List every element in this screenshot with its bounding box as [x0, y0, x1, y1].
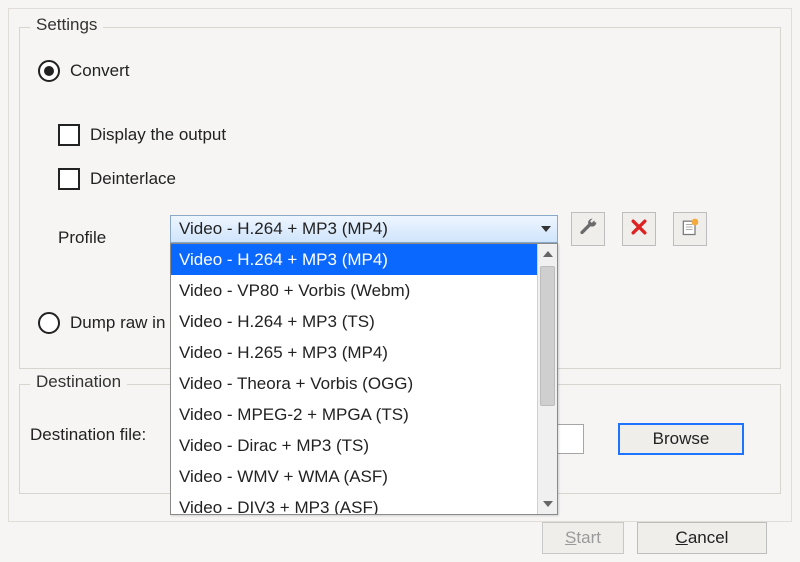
new-profile-icon: [680, 217, 700, 242]
destination-legend: Destination: [30, 372, 127, 392]
cancel-button[interactable]: Cancel: [637, 522, 767, 554]
chevron-down-icon: [541, 226, 551, 232]
scroll-down-icon[interactable]: [538, 494, 557, 514]
radio-indicator: [38, 60, 60, 82]
start-button[interactable]: Start: [542, 522, 624, 554]
profile-option[interactable]: Video - H.264 + MP3 (TS): [171, 306, 537, 337]
profile-option[interactable]: Video - VP80 + Vorbis (Webm): [171, 275, 537, 306]
dump-raw-radio[interactable]: Dump raw in: [38, 312, 165, 334]
profile-option[interactable]: Video - H.265 + MP3 (MP4): [171, 337, 537, 368]
new-profile-button[interactable]: [673, 212, 707, 246]
profile-option-list: Video - H.264 + MP3 (MP4) Video - VP80 +…: [171, 244, 537, 514]
wrench-icon: [578, 217, 598, 242]
profile-option[interactable]: Video - Dirac + MP3 (TS): [171, 430, 537, 461]
profile-selected-value: Video - H.264 + MP3 (MP4): [179, 219, 388, 239]
deinterlace-label: Deinterlace: [90, 169, 176, 189]
edit-profile-button[interactable]: [571, 212, 605, 246]
scroll-thumb[interactable]: [540, 266, 555, 406]
start-button-label: Start: [565, 528, 601, 548]
settings-legend: Settings: [30, 15, 103, 35]
destination-file-label: Destination file:: [30, 425, 146, 445]
cancel-button-label: Cancel: [676, 528, 729, 548]
convert-radio-label: Convert: [70, 61, 130, 81]
browse-button[interactable]: Browse: [618, 423, 744, 455]
dropdown-scrollbar[interactable]: [537, 244, 557, 514]
profile-combobox[interactable]: Video - H.264 + MP3 (MP4): [170, 215, 558, 243]
scroll-up-icon[interactable]: [538, 244, 557, 264]
display-output-checkbox[interactable]: Display the output: [58, 124, 226, 146]
browse-button-label: Browse: [653, 429, 710, 449]
checkbox-indicator: [58, 168, 80, 190]
profile-dropdown-listbox[interactable]: Video - H.264 + MP3 (MP4) Video - VP80 +…: [170, 243, 558, 515]
profile-option[interactable]: Video - WMV + WMA (ASF): [171, 461, 537, 492]
profile-option[interactable]: Video - Theora + Vorbis (OGG): [171, 368, 537, 399]
deinterlace-checkbox[interactable]: Deinterlace: [58, 168, 176, 190]
display-output-label: Display the output: [90, 125, 226, 145]
radio-indicator: [38, 312, 60, 334]
dump-raw-label: Dump raw in: [70, 313, 165, 333]
delete-profile-button[interactable]: [622, 212, 656, 246]
checkbox-indicator: [58, 124, 80, 146]
convert-radio[interactable]: Convert: [38, 60, 130, 82]
profile-option[interactable]: Video - DIV3 + MP3 (ASF): [171, 492, 537, 514]
profile-option[interactable]: Video - H.264 + MP3 (MP4): [171, 244, 537, 275]
delete-icon: [629, 217, 649, 242]
profile-option[interactable]: Video - MPEG-2 + MPGA (TS): [171, 399, 537, 430]
profile-label: Profile: [58, 228, 106, 248]
